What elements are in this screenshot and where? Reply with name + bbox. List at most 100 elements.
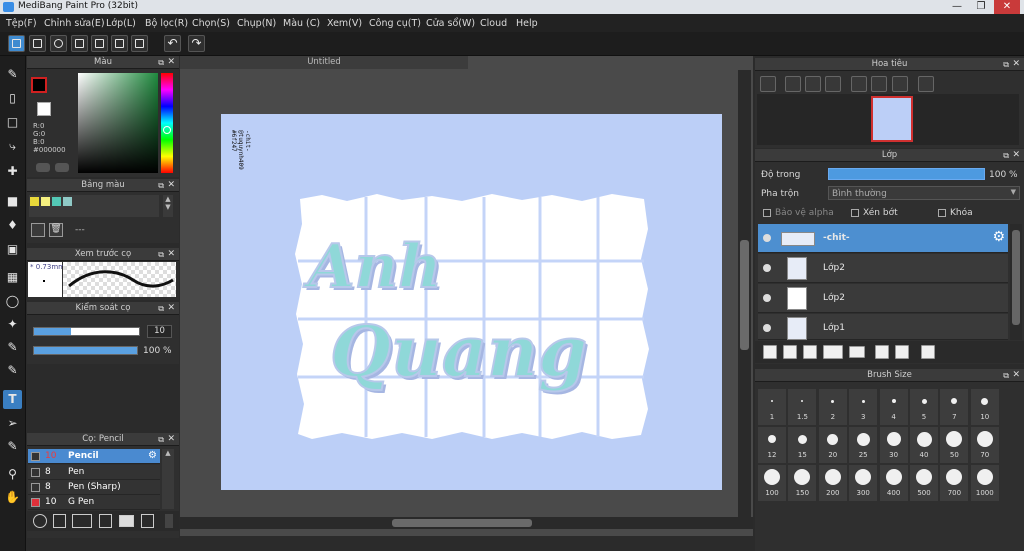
saturation-value-field[interactable] [78, 73, 158, 173]
merge-down-icon[interactable] [895, 345, 909, 359]
close-icon[interactable]: ✕ [1012, 369, 1020, 382]
zoom-in-icon[interactable] [785, 76, 801, 92]
color-mode-button[interactable] [36, 163, 50, 172]
share-icon[interactable] [29, 35, 46, 52]
move-tool-icon[interactable]: ✚ [3, 162, 22, 181]
brush-size-cell[interactable]: 700 [940, 465, 969, 501]
close-button[interactable]: ✕ [994, 0, 1020, 14]
brush-size-cell[interactable]: 400 [879, 465, 908, 501]
menu-tools[interactable]: Công cụ(T) [369, 18, 421, 29]
duplicate-icon[interactable] [141, 514, 154, 528]
palette-swatch[interactable] [52, 197, 61, 206]
menu-capture[interactable]: Chụp(N) [237, 18, 276, 29]
comment-icon[interactable] [50, 35, 67, 52]
select-eraser-tool-icon[interactable]: ✎ [3, 361, 22, 380]
menu-file[interactable]: Tệp(F) [6, 18, 37, 29]
rotate-left-icon[interactable] [851, 76, 867, 92]
grid-icon[interactable] [131, 35, 148, 52]
layer-opacity-slider[interactable] [828, 168, 985, 180]
close-icon[interactable]: ✕ [167, 56, 175, 69]
foreground-color-swatch[interactable] [31, 77, 47, 93]
scroll-down-icon[interactable] [165, 514, 173, 528]
palette-swatch[interactable] [41, 197, 50, 206]
layer-scroll-thumb[interactable] [1012, 230, 1020, 325]
layer-row[interactable]: Lớp2 [758, 284, 1008, 313]
new-layer-8bit-icon[interactable] [783, 345, 797, 359]
list-icon[interactable] [111, 35, 128, 52]
document-tab[interactable]: Untitled [180, 56, 468, 69]
menu-help[interactable]: Help [516, 18, 538, 29]
eye-icon[interactable] [763, 294, 771, 302]
divide-tool-icon[interactable]: ✎ [3, 437, 22, 456]
eraser-tool-icon[interactable]: ▯ [3, 89, 22, 108]
brush-size-cell[interactable]: 100 [758, 465, 786, 501]
brush-tool-icon[interactable]: ✎ [3, 65, 22, 84]
brush-size-cell[interactable]: 25 [849, 427, 878, 463]
brush-item-pencil[interactable]: 10 Pencil ⚙ [28, 449, 160, 464]
float-icon[interactable]: ⧉ [1003, 369, 1009, 382]
blend-mode-select[interactable]: Bình thường ▼ [828, 186, 1020, 200]
brush-size-cell[interactable]: 1 [758, 389, 786, 425]
brush-size-slider[interactable] [33, 327, 140, 336]
palette-swatch[interactable] [63, 197, 72, 206]
menu-color[interactable]: Màu (C) [283, 18, 320, 29]
brush-size-cell[interactable]: 300 [849, 465, 878, 501]
brush-settings-icon[interactable] [99, 514, 112, 528]
folder-icon[interactable] [849, 346, 865, 358]
operation-tool-icon[interactable]: ➢ [3, 414, 22, 433]
menu-layer[interactable]: Lớp(L) [106, 18, 136, 29]
float-icon[interactable]: ⧉ [1003, 58, 1009, 71]
float-icon[interactable]: ⧉ [158, 56, 164, 69]
duplicate-layer-icon[interactable] [875, 345, 889, 359]
layer-row[interactable]: Lớp1 [758, 314, 1008, 340]
horizontal-scroll-thumb[interactable] [392, 519, 532, 527]
brush-item-pen-sharp[interactable]: 8 Pen (Sharp) [28, 480, 160, 495]
background-color-swatch[interactable] [37, 102, 51, 116]
brush-size-cell[interactable]: 12 [758, 427, 786, 463]
vertical-scroll-thumb[interactable] [740, 240, 749, 350]
fit-icon[interactable] [871, 76, 887, 92]
color-picker-button[interactable] [55, 163, 69, 172]
brush-size-cell[interactable]: 70 [970, 427, 999, 463]
brush-size-cell[interactable]: 150 [788, 465, 817, 501]
float-icon[interactable]: ⧉ [158, 433, 164, 446]
brush-size-cell[interactable]: 1000 [970, 465, 999, 501]
cloud-brush-icon[interactable] [33, 514, 47, 528]
minimize-button[interactable]: — [944, 0, 970, 14]
undo-icon[interactable]: ↶ [164, 35, 181, 52]
navigator-view[interactable] [757, 94, 1019, 145]
new-layer-1bit-icon[interactable] [803, 345, 817, 359]
document-icon[interactable] [71, 35, 88, 52]
settings-gear-icon[interactable]: ⚙ [992, 229, 1005, 245]
brush-item-pen[interactable]: 8 Pen [28, 465, 160, 480]
add-layer-menu-icon[interactable] [823, 345, 843, 359]
brush-size-field[interactable]: 10 [147, 325, 172, 338]
page-icon[interactable] [91, 35, 108, 52]
brush-size-cell[interactable]: 1.5 [788, 389, 817, 425]
brush-size-cell[interactable]: 30 [879, 427, 908, 463]
palette-scrollbar[interactable]: ▲ ▼ [163, 195, 173, 217]
brush-size-cell[interactable]: 3 [849, 389, 878, 425]
maximize-button[interactable]: ❐ [968, 0, 994, 14]
float-icon[interactable]: ⧉ [158, 302, 164, 315]
brush-item-g-pen[interactable]: 10 G Pen [28, 495, 160, 510]
close-icon[interactable]: ✕ [167, 248, 175, 261]
brush-size-cell[interactable]: 5 [910, 389, 938, 425]
zoom-out-icon[interactable] [825, 76, 841, 92]
new-palette-icon[interactable] [31, 223, 45, 237]
menu-window[interactable]: Cửa sổ(W) [426, 18, 475, 29]
hue-slider[interactable] [161, 73, 173, 173]
text-tool-icon[interactable]: T [3, 390, 22, 409]
eye-icon[interactable] [763, 264, 771, 272]
redo-icon[interactable]: ↷ [188, 35, 205, 52]
new-brush-icon[interactable] [53, 514, 66, 528]
layer-scrollbar[interactable] [1010, 224, 1022, 340]
settings-gear-icon[interactable]: ⚙ [148, 450, 157, 461]
rectangle-tool-icon[interactable]: □ [3, 113, 22, 132]
add-brush-icon[interactable] [72, 514, 92, 528]
lasso-tool-icon[interactable]: ◯ [3, 292, 22, 311]
brush-size-cell[interactable]: 2 [818, 389, 847, 425]
gradient-tool-icon[interactable]: ▣ [3, 240, 22, 259]
pen-path-tool-icon[interactable]: ⤷ [3, 137, 22, 156]
menu-filter[interactable]: Bộ lọc(R) [145, 18, 188, 29]
